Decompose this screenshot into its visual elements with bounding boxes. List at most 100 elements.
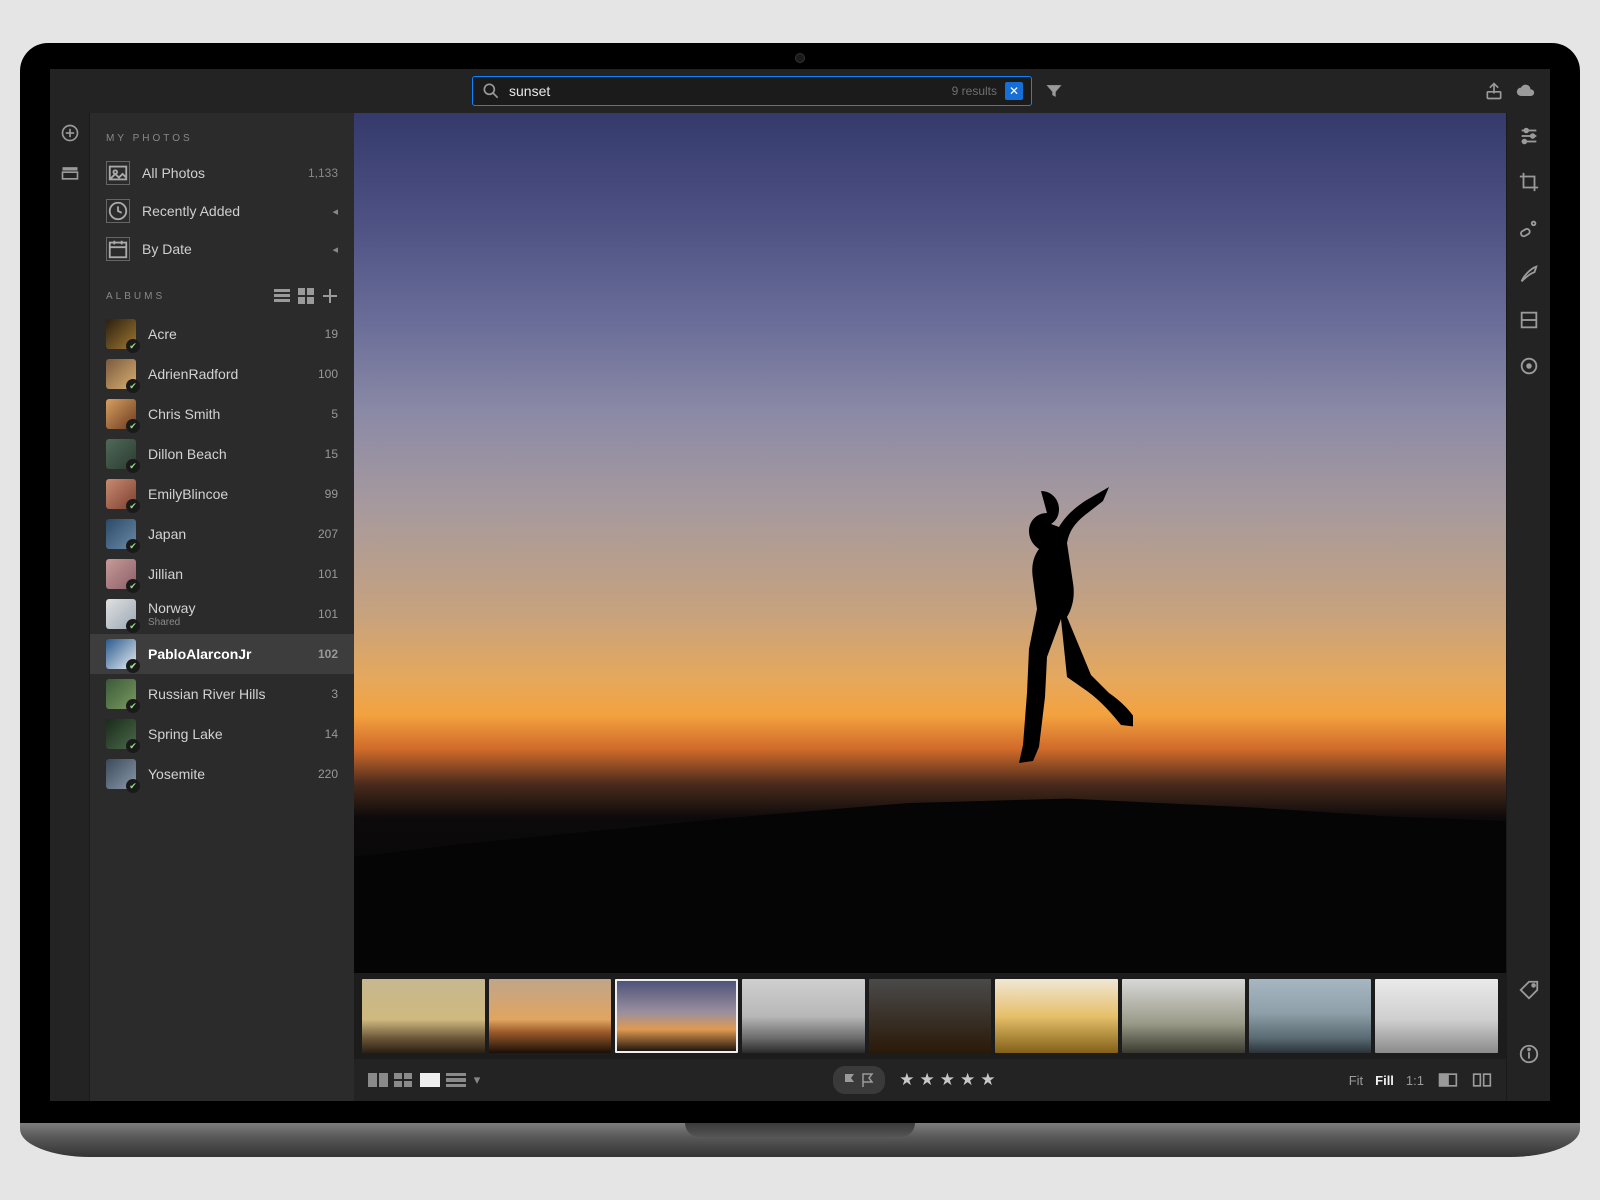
chevron-left-icon: ◂ [332, 205, 338, 218]
album-text: AdrienRadford [148, 366, 238, 382]
section-title-albums: ALBUMS [106, 291, 266, 302]
laptop-base [20, 1123, 1580, 1157]
add-album-icon[interactable] [322, 288, 338, 304]
nav-item[interactable]: Recently Added◂ [90, 192, 354, 230]
album-name: Spring Lake [148, 726, 223, 742]
album-name: Yosemite [148, 766, 205, 782]
album-count: 3 [331, 687, 338, 701]
album-count: 15 [325, 447, 338, 461]
album-item[interactable]: ✔NorwayShared101 [90, 594, 354, 634]
album-item[interactable]: ✔Jillian101 [90, 554, 354, 594]
chevron-left-icon: ◂ [332, 243, 338, 256]
clear-search-button[interactable]: ✕ [1005, 82, 1023, 100]
filmstrip-thumb[interactable] [489, 979, 612, 1053]
view-square-grid-icon[interactable] [368, 1073, 388, 1087]
healing-brush-icon[interactable] [1518, 217, 1540, 239]
zoom-1to1[interactable]: 1:1 [1406, 1073, 1424, 1088]
album-name: Chris Smith [148, 406, 220, 422]
webcam [795, 53, 805, 63]
view-chevron-icon[interactable]: ▾ [472, 1070, 482, 1090]
star-icon[interactable]: ★ [960, 1070, 977, 1090]
info-icon[interactable] [1518, 1043, 1540, 1065]
filmstrip [354, 973, 1506, 1059]
filmstrip-thumb[interactable] [869, 979, 992, 1053]
filmstrip-thumb[interactable] [995, 979, 1118, 1053]
star-icon[interactable]: ★ [980, 1070, 997, 1090]
nav-item-label: By Date [142, 241, 192, 257]
search-field[interactable]: 9 results ✕ [472, 76, 1032, 106]
album-item[interactable]: ✔EmilyBlincoe99 [90, 474, 354, 514]
album-item[interactable]: ✔Russian River Hills3 [90, 674, 354, 714]
album-view-grid-icon[interactable] [298, 288, 314, 304]
nav-item-label: All Photos [142, 165, 205, 181]
album-name: AdrienRadford [148, 366, 238, 382]
album-item[interactable]: ✔PabloAlarconJr102 [90, 634, 354, 674]
filmstrip-thumb[interactable] [615, 979, 738, 1053]
album-thumbnail: ✔ [106, 319, 136, 349]
view-compare-icon[interactable] [446, 1073, 466, 1087]
album-item[interactable]: ✔Japan207 [90, 514, 354, 554]
album-view-list-icon[interactable] [274, 288, 290, 304]
album-thumbnail: ✔ [106, 439, 136, 469]
sync-check-icon: ✔ [126, 739, 140, 753]
flag-reject-icon[interactable] [861, 1070, 875, 1090]
album-item[interactable]: ✔ Spring Lake 14 [90, 714, 354, 754]
main-content: MY PHOTOS All Photos1,133Recently Added◂… [50, 113, 1550, 1101]
album-text: NorwayShared [148, 600, 195, 628]
search-results-count: 9 results [952, 84, 997, 98]
album-item[interactable]: ✔Dillon Beach15 [90, 434, 354, 474]
album-count: 102 [318, 647, 338, 661]
star-icon[interactable]: ★ [940, 1070, 957, 1090]
screen-bezel: 9 results ✕ [20, 43, 1580, 1123]
zoom-fit[interactable]: Fit [1349, 1073, 1363, 1088]
nav-item[interactable]: All Photos1,133 [90, 154, 354, 192]
album-item[interactable]: ✔ Chris Smith 5 [90, 394, 354, 434]
sync-check-icon: ✔ [126, 339, 140, 353]
my-photos-panel-icon[interactable] [60, 163, 80, 183]
search-input[interactable] [509, 83, 944, 99]
radial-gradient-icon[interactable] [1518, 355, 1540, 377]
album-text: Russian River Hills [148, 686, 265, 702]
album-count: 5 [331, 407, 338, 421]
filter-icon[interactable] [1044, 81, 1064, 101]
compare-view-icon[interactable] [1472, 1070, 1492, 1090]
album-name: EmilyBlincoe [148, 486, 228, 502]
show-original-icon[interactable] [1438, 1070, 1458, 1090]
sync-check-icon: ✔ [126, 539, 140, 553]
rating-stars[interactable]: ★★★★★ [899, 1070, 997, 1090]
star-icon[interactable]: ★ [919, 1070, 936, 1090]
view-detail-icon[interactable] [420, 1073, 440, 1087]
album-text: Yosemite [148, 766, 205, 782]
filmstrip-thumb[interactable] [1375, 979, 1498, 1053]
star-icon[interactable]: ★ [899, 1070, 916, 1090]
filmstrip-thumb[interactable] [1249, 979, 1372, 1053]
add-photos-icon[interactable] [60, 123, 80, 143]
albums-header: ALBUMS [90, 268, 354, 314]
keywords-icon[interactable] [1518, 979, 1540, 1001]
share-icon[interactable] [1484, 81, 1504, 101]
brush-icon[interactable] [1518, 263, 1540, 285]
sync-check-icon: ✔ [126, 419, 140, 433]
zoom-fill[interactable]: Fill [1375, 1073, 1394, 1088]
flag-controls[interactable] [833, 1066, 885, 1094]
linear-gradient-icon[interactable] [1518, 309, 1540, 331]
filmstrip-thumb[interactable] [362, 979, 485, 1053]
filmstrip-thumb[interactable] [742, 979, 865, 1053]
main-photo[interactable] [354, 113, 1506, 973]
nav-item[interactable]: By Date ◂ [90, 230, 354, 268]
album-name: Japan [148, 526, 186, 542]
crop-icon[interactable] [1518, 171, 1540, 193]
album-count: 14 [325, 727, 338, 741]
view-photo-grid-icon[interactable] [394, 1073, 414, 1087]
album-item[interactable]: ✔AdrienRadford100 [90, 354, 354, 394]
flag-pick-icon[interactable] [843, 1070, 857, 1090]
cloud-sync-icon[interactable] [1516, 81, 1536, 101]
album-item[interactable]: ✔Acre19 [90, 314, 354, 354]
filmstrip-thumb[interactable] [1122, 979, 1245, 1053]
edit-sliders-icon[interactable] [1518, 125, 1540, 147]
album-thumbnail: ✔ [106, 519, 136, 549]
album-item[interactable]: ✔Yosemite220 [90, 754, 354, 794]
viewer-area: ▾ ★★★★★ Fit Fill 1:1 [354, 113, 1506, 1101]
sidebar: MY PHOTOS All Photos1,133Recently Added◂… [90, 113, 354, 1101]
bottom-toolbar: ▾ ★★★★★ Fit Fill 1:1 [354, 1059, 1506, 1101]
